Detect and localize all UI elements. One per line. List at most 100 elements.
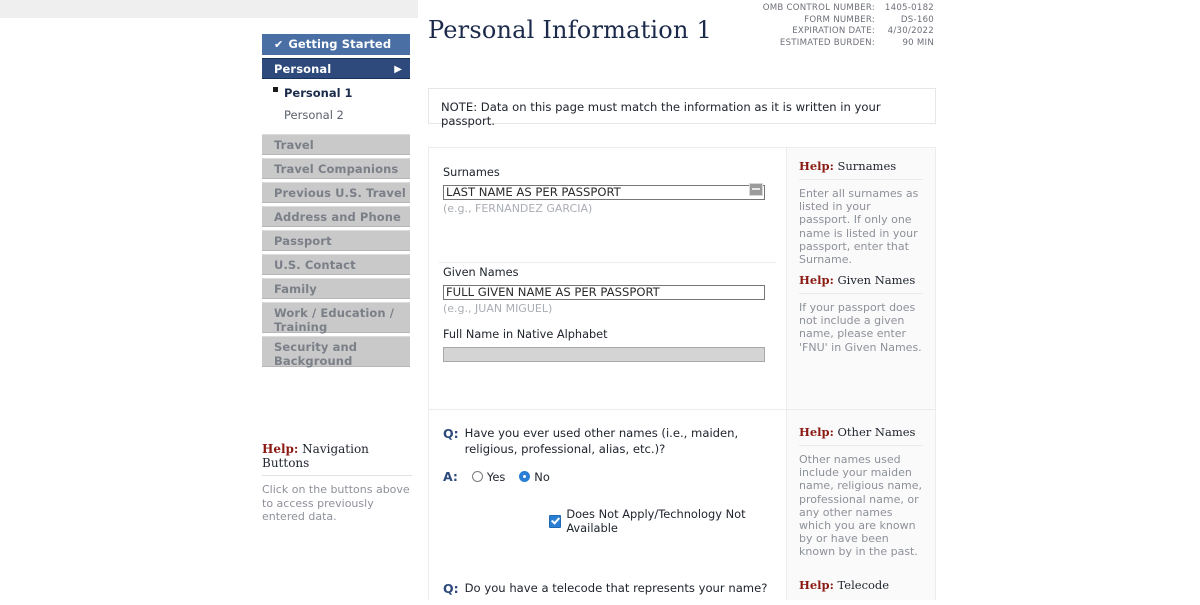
radio-yes-label: Yes [486, 469, 506, 484]
divider [439, 262, 776, 263]
form-number-value: DS-160 [900, 14, 934, 25]
given-names-label: Given Names [443, 266, 519, 279]
help-block-surnames: Help: Surnames Enter all surnames as lis… [799, 159, 923, 266]
surnames-input[interactable] [443, 184, 765, 200]
expiration-date-value: 4/30/2022 [887, 26, 934, 36]
sidebar-item-label: Family [274, 282, 317, 296]
checkbox-checked-icon[interactable] [549, 514, 562, 528]
sidebar-item-security-and-background[interactable]: Security and Background [262, 336, 410, 368]
omb-row: OMB CONTROL NUMBER: 1405-0182 [763, 3, 934, 15]
help-word: Help: [799, 273, 834, 287]
sidebar-navigation: ✔ Getting Started Personal ▶ Personal 1 P… [262, 34, 410, 370]
help-block-telecode: Help: Telecode [799, 578, 923, 605]
help-heading-telecode: Help: Telecode [799, 578, 923, 598]
given-names-input[interactable] [443, 284, 765, 300]
question-other-names: Q: Have you ever used other names (i.e.,… [443, 426, 773, 484]
help-topic: Given Names [833, 273, 916, 287]
omb-control-number-label: OMB CONTROL NUMBER: [762, 3, 876, 13]
help-topic: Other Names [833, 425, 916, 439]
radio-no-label: No [534, 469, 550, 484]
navigation-help-title: Help: Navigation Buttons [262, 442, 412, 476]
sidebar-item-getting-started[interactable]: ✔ Getting Started [262, 34, 410, 55]
help-word: Help: [799, 159, 834, 173]
expiration-date-label: EXPIRATION DATE: [792, 26, 876, 36]
section-divider [429, 409, 935, 410]
help-block-given-names: Help: Given Names If your passport does … [799, 273, 923, 354]
sidebar-item-personal-2[interactable]: Personal 2 [262, 104, 410, 126]
sidebar-item-work-education-training[interactable]: Work / Education / Training [262, 302, 410, 334]
radio-yes-icon[interactable] [471, 471, 483, 482]
sidebar-item-us-contact[interactable]: U.S. Contact [262, 254, 410, 275]
help-heading-given-names: Help: Given Names [799, 273, 923, 294]
navigation-help-body: Click on the buttons above to access pre… [262, 483, 410, 524]
question-text: Do you have a telecode that represents y… [464, 581, 768, 595]
help-body-surnames: Enter all surnames as listed in your pas… [799, 187, 919, 267]
omb-control-number-value: 1405-0182 [884, 3, 934, 13]
help-word: Help: [262, 442, 299, 456]
help-topic: Surnames [833, 159, 897, 173]
sidebar-item-label: Security and Background [274, 340, 358, 368]
sidebar-item-passport[interactable]: Passport [262, 230, 410, 251]
sidebar-item-personal[interactable]: Personal ▶ [262, 58, 410, 79]
sidebar-item-personal-1[interactable]: Personal 1 [262, 82, 410, 104]
native-alphabet-label: Full Name in Native Alphabet [443, 328, 608, 341]
question-marker: Q: [443, 426, 459, 441]
surnames-hint: (e.g., FERNANDEZ GARCIA) [443, 202, 593, 215]
help-block-other-names: Help: Other Names Other names used inclu… [799, 425, 923, 559]
estimated-burden-value: 90 MIN [902, 37, 934, 48]
page-title: Personal Information 1 [428, 16, 712, 44]
autofill-icon[interactable] [749, 183, 763, 196]
sidebar-item-label: U.S. Contact [274, 258, 356, 272]
native-alphabet-input [443, 346, 765, 362]
sidebar-item-label: Address and Phone [274, 210, 401, 224]
radio-option-no[interactable]: No [519, 470, 550, 484]
surnames-label: Surnames [443, 166, 500, 179]
does-not-apply-checkbox-row[interactable]: Does Not Apply/Technology Not Available [549, 507, 786, 535]
question-telecode: Q: Do you have a telecode that represent… [443, 581, 773, 597]
help-word: Help: [799, 425, 834, 439]
chevron-right-icon: ▶ [394, 64, 402, 75]
form-column: Surnames (e.g., FERNANDEZ GARCIA) Given … [429, 148, 786, 600]
help-heading-other-names: Help: Other Names [799, 425, 923, 446]
check-icon: ✔ [274, 38, 284, 51]
help-heading-surnames: Help: Surnames [799, 159, 923, 180]
given-names-field-group: Given Names (e.g., JUAN MIGUEL) [443, 266, 765, 315]
sidebar-item-label: Personal 2 [284, 108, 344, 122]
help-topic: Telecode [833, 578, 890, 592]
navigation-buttons-help: Help: Navigation Buttons Click on the bu… [262, 442, 412, 524]
sidebar-item-travel[interactable]: Travel [262, 134, 410, 155]
does-not-apply-label: Does Not Apply/Technology Not Available [566, 507, 746, 535]
estimated-burden-label: ESTIMATED BURDEN: [779, 37, 876, 48]
radio-option-yes[interactable]: Yes [471, 469, 506, 484]
sidebar-item-label: Getting Started [288, 37, 392, 51]
native-alphabet-field-group: Full Name in Native Alphabet [443, 328, 765, 362]
question-text: Have you ever used other names (i.e., ma… [464, 426, 739, 456]
ds160-personal-information-page: Personal Information 1 OMB CONTROL NUMBE… [0, 0, 1200, 600]
sidebar-item-label: Passport [274, 234, 332, 248]
sidebar-item-label: Personal 1 [284, 86, 353, 100]
sidebar-item-label: Previous U.S. Travel [274, 186, 406, 200]
answer-marker: A: [443, 469, 458, 484]
top-grey-band [0, 0, 418, 18]
square-bullet-icon [273, 87, 278, 92]
help-word: Help: [799, 578, 834, 592]
omb-row: FORM NUMBER: DS-160 [763, 15, 934, 27]
help-column: Help: Surnames Enter all surnames as lis… [786, 148, 935, 600]
omb-row: ESTIMATED BURDEN: 90 MIN [763, 38, 934, 50]
sidebar-item-previous-us-travel[interactable]: Previous U.S. Travel [262, 182, 410, 203]
sidebar-item-label: Travel Companions [274, 162, 399, 176]
other-names-radio-group: Yes No [471, 469, 550, 484]
radio-no-icon[interactable] [519, 471, 531, 482]
sidebar-item-label: Personal [274, 62, 332, 76]
form-number-label: FORM NUMBER: [804, 14, 876, 25]
sidebar-item-label: Travel [274, 138, 314, 152]
note-text: NOTE: Data on this page must match the i… [441, 100, 881, 128]
sidebar-item-travel-companions[interactable]: Travel Companions [262, 158, 410, 179]
help-body-given-names: If your passport does not include a give… [799, 301, 922, 354]
form-panel: Surnames (e.g., FERNANDEZ GARCIA) Given … [428, 147, 936, 600]
sidebar-item-family[interactable]: Family [262, 278, 410, 299]
note-box: NOTE: Data on this page must match the i… [428, 88, 936, 128]
sidebar-item-address-and-phone[interactable]: Address and Phone [262, 206, 410, 227]
sidebar-item-label: Work / Education / Training [274, 306, 395, 334]
omb-row: EXPIRATION DATE: 4/30/2022 [763, 26, 934, 38]
